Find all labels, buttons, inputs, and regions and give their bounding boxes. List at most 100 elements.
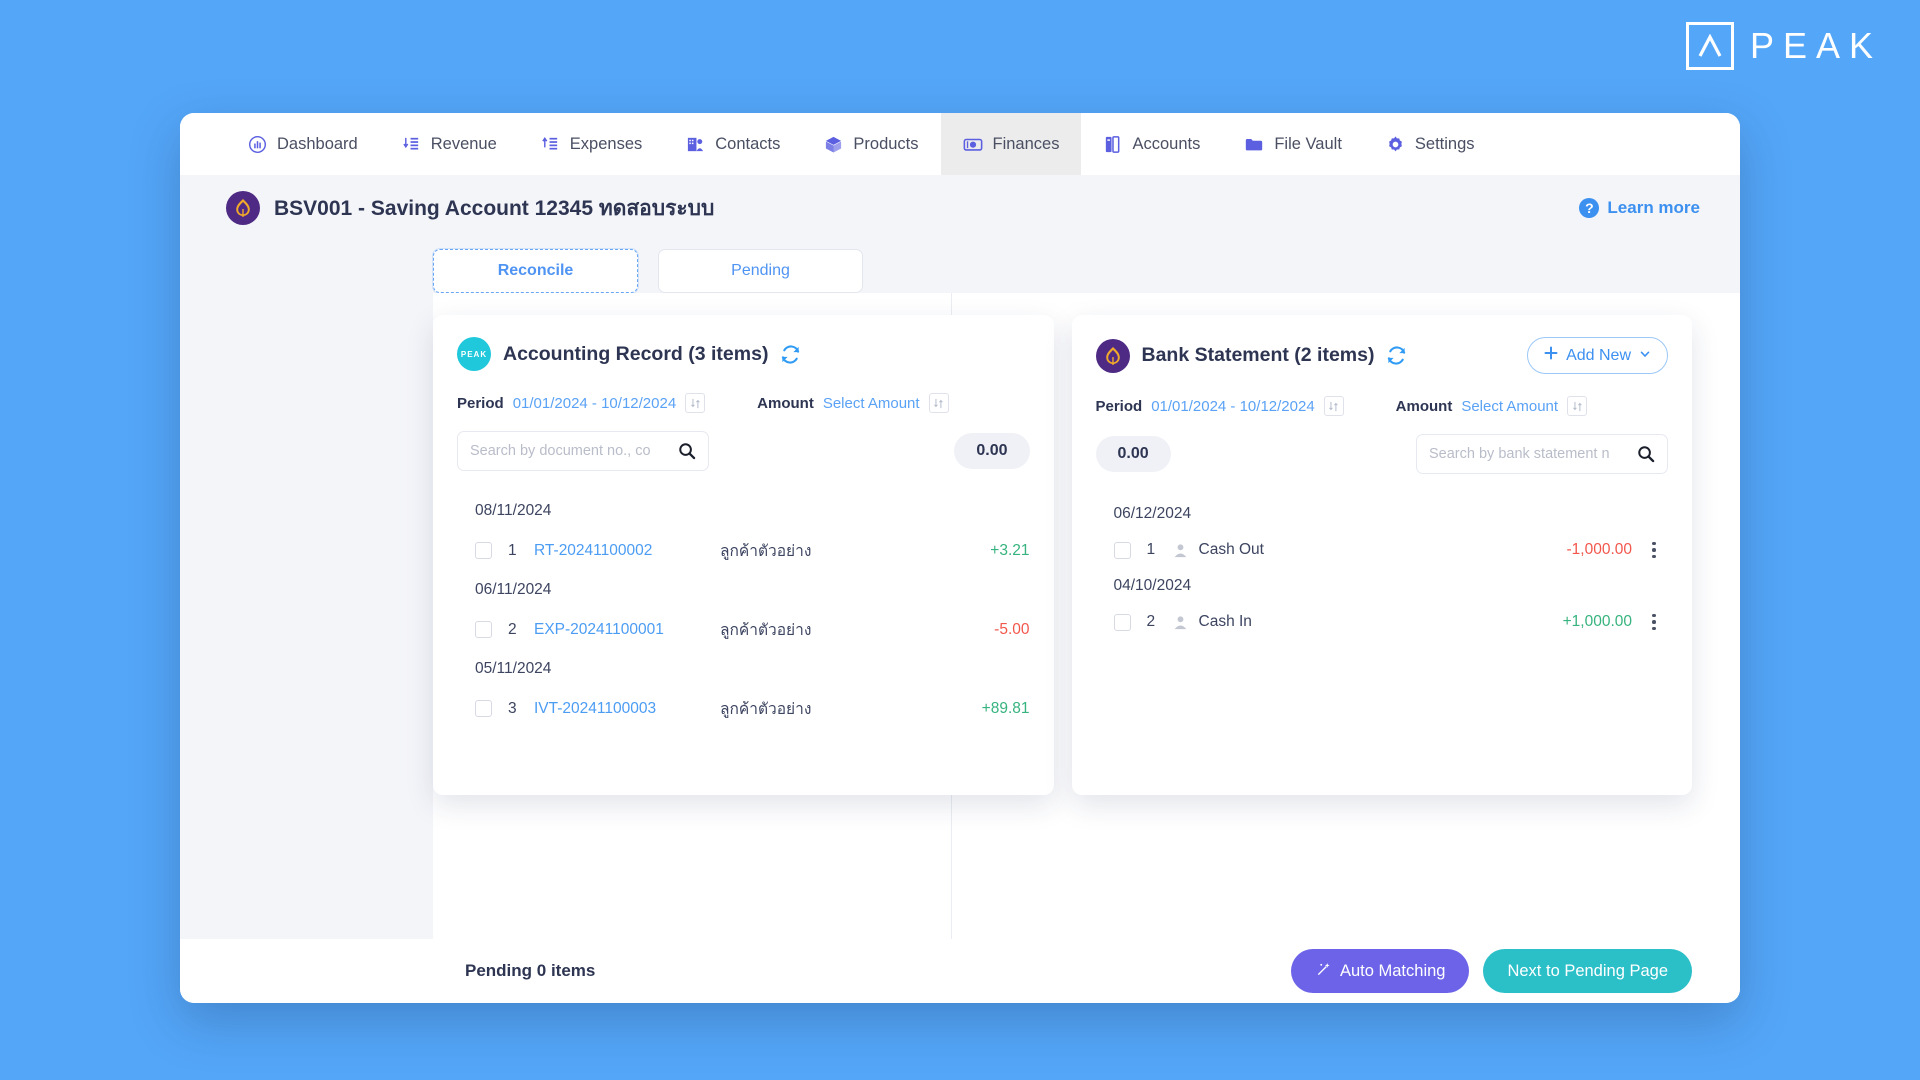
refresh-icon[interactable] (1386, 345, 1407, 366)
add-new-label: Add New (1566, 347, 1631, 365)
sort-updown-icon[interactable] (1567, 396, 1587, 416)
search-input[interactable] (1429, 446, 1637, 462)
bank-panel-title: Bank Statement (2 items) (1142, 344, 1375, 367)
next-pending-label: Next to Pending Page (1507, 962, 1668, 981)
tab-pending[interactable]: Pending (658, 249, 863, 293)
tab-label: Pending (731, 262, 790, 280)
account-title-wrap: BSV001 - Saving Account 12345 ทดสอบระบบ (226, 191, 714, 225)
tx-date-group: 06/11/2024 (457, 572, 1030, 608)
peak-wordmark: PEAK (1748, 28, 1882, 64)
table-row[interactable]: 2 EXP-20241100001 ลูกค้าตัวอย่าง -5.00 (457, 608, 1030, 651)
peak-a-mark-icon (1686, 22, 1734, 70)
amount-label: Amount (757, 395, 814, 412)
nav-item-expenses[interactable]: Expenses (519, 113, 664, 175)
row-index: 1 (1131, 541, 1173, 559)
nav-label: Products (853, 135, 918, 154)
accounting-transaction-list: 08/11/2024 1 RT-20241100002 ลูกค้าตัวอย่… (457, 493, 1030, 730)
gear-icon (1386, 135, 1405, 154)
document-number-link[interactable]: RT-20241100002 (534, 542, 720, 560)
accounting-total-amount: 0.00 (954, 433, 1029, 469)
footer-actions: Auto Matching Next to Pending Page (1291, 949, 1692, 993)
tx-date-group: 06/12/2024 (1096, 496, 1669, 532)
search-icon[interactable] (678, 442, 696, 460)
kebab-menu-icon[interactable] (1640, 542, 1668, 559)
learn-more-label: Learn more (1607, 198, 1700, 218)
amount-value[interactable]: Select Amount (823, 395, 920, 412)
scb-bank-icon (226, 191, 260, 225)
nav-label: Contacts (715, 135, 780, 154)
document-number-link[interactable]: EXP-20241100001 (534, 621, 720, 639)
nav-label: Settings (1415, 135, 1475, 154)
row-amount: -1,000.00 (1567, 541, 1633, 559)
footer-bar: Pending 0 items Auto Matching Next to Pe… (180, 939, 1740, 1003)
row-checkbox[interactable] (475, 542, 492, 559)
table-row[interactable]: 1 RT-20241100002 ลูกค้าตัวอย่าง +3.21 (457, 529, 1030, 572)
learn-more-link[interactable]: ? Learn more (1579, 198, 1700, 218)
dashboard-gauge-icon (248, 135, 267, 154)
search-input[interactable] (470, 443, 678, 459)
sort-updown-icon[interactable] (685, 393, 705, 413)
search-icon[interactable] (1637, 445, 1655, 463)
kebab-dots (1652, 614, 1656, 631)
next-to-pending-page-button[interactable]: Next to Pending Page (1483, 949, 1692, 993)
nav-item-contacts[interactable]: Contacts (664, 113, 802, 175)
revenue-bars-icon (402, 135, 421, 154)
kebab-menu-icon[interactable] (1640, 614, 1668, 631)
period-label: Period (1096, 398, 1143, 415)
tx-date-group: 05/11/2024 (457, 651, 1030, 687)
bank-search-box[interactable] (1416, 434, 1668, 474)
kebab-dots (1652, 542, 1656, 559)
person-icon (1173, 615, 1188, 630)
table-row[interactable]: 2 Cash In +1,000.00 (1096, 604, 1669, 640)
finances-money-icon (963, 135, 983, 154)
nav-label: Accounts (1132, 135, 1200, 154)
accounting-panel-title: Accounting Record (3 items) (503, 343, 768, 366)
nav-label: Finances (993, 135, 1060, 154)
row-party-wrap: Cash In (1173, 613, 1563, 631)
tx-date-group: 08/11/2024 (457, 493, 1030, 529)
accounting-search-box[interactable] (457, 431, 709, 471)
row-checkbox[interactable] (1114, 614, 1131, 631)
row-party: Cash Out (1199, 541, 1264, 559)
nav-item-dashboard[interactable]: Dashboard (226, 113, 380, 175)
auto-matching-button[interactable]: Auto Matching (1291, 949, 1469, 993)
row-checkbox[interactable] (475, 621, 492, 638)
reconcile-panels: PEAK Accounting Record (3 items) Period … (180, 293, 1740, 939)
table-row[interactable]: 1 Cash Out -1,000.00 (1096, 532, 1669, 568)
period-value[interactable]: 01/01/2024 - 10/12/2024 (1151, 398, 1314, 415)
bank-panel-header: Bank Statement (2 items) Add New (1096, 337, 1669, 374)
sort-updown-icon[interactable] (929, 393, 949, 413)
chevron-down-icon (1639, 347, 1651, 365)
magic-wand-icon (1315, 961, 1331, 982)
row-checkbox[interactable] (475, 700, 492, 717)
amount-value[interactable]: Select Amount (1461, 398, 1558, 415)
period-value[interactable]: 01/01/2024 - 10/12/2024 (513, 395, 676, 412)
peak-brand-logo: PEAK (1686, 22, 1882, 70)
nav-item-accounts[interactable]: Accounts (1081, 113, 1222, 175)
row-party: ลูกค้าตัวอย่าง (720, 617, 994, 642)
nav-label: File Vault (1274, 135, 1342, 154)
row-amount: +1,000.00 (1563, 613, 1632, 631)
table-row[interactable]: 3 IVT-20241100003 ลูกค้าตัวอย่าง +89.81 (457, 687, 1030, 730)
row-checkbox[interactable] (1114, 542, 1131, 559)
tab-reconcile[interactable]: Reconcile (433, 249, 638, 293)
row-party-wrap: Cash Out (1173, 541, 1567, 559)
app-window: Dashboard Revenue Expenses Contacts Prod (180, 113, 1740, 1003)
bank-filter-row: Period 01/01/2024 - 10/12/2024 Amount Se… (1096, 396, 1669, 416)
document-number-link[interactable]: IVT-20241100003 (534, 700, 720, 718)
nav-item-finances[interactable]: Finances (941, 113, 1082, 175)
pending-status-text: Pending 0 items (465, 961, 595, 981)
period-label: Period (457, 395, 504, 412)
add-new-button[interactable]: Add New (1527, 337, 1668, 374)
nav-item-file-vault[interactable]: File Vault (1222, 113, 1364, 175)
bank-total-amount: 0.00 (1096, 436, 1171, 472)
sort-updown-icon[interactable] (1324, 396, 1344, 416)
nav-item-products[interactable]: Products (802, 113, 940, 175)
refresh-icon[interactable] (780, 344, 801, 365)
auto-matching-label: Auto Matching (1340, 962, 1445, 981)
nav-item-revenue[interactable]: Revenue (380, 113, 519, 175)
accounting-filter-row: Period 01/01/2024 - 10/12/2024 Amount Se… (457, 393, 1030, 413)
nav-label: Dashboard (277, 135, 358, 154)
bank-search-row: 0.00 (1096, 434, 1669, 474)
nav-item-settings[interactable]: Settings (1364, 113, 1497, 175)
